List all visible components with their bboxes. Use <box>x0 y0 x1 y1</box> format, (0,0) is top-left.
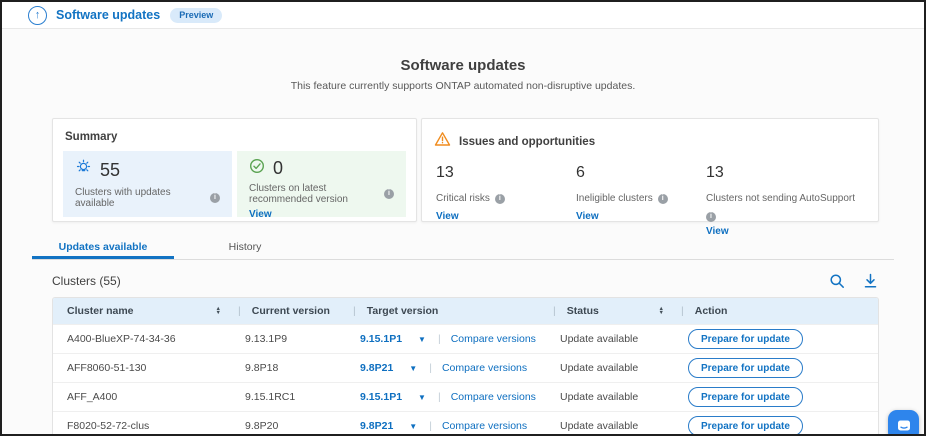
cluster-name: AFF_A400 <box>53 391 231 403</box>
critical-risks-count: 13 <box>436 164 576 182</box>
column-cluster-name: Cluster name ▲▼ <box>53 298 231 324</box>
target-version-cell: 9.15.1P1▼ | Compare versions <box>346 333 546 345</box>
ineligible-clusters-count: 6 <box>576 164 706 182</box>
issues-title: Issues and opportunities <box>459 136 595 148</box>
view-latest-version-link[interactable]: View <box>249 209 272 220</box>
target-version-cell: 9.8P21▼ | Compare versions <box>346 362 546 374</box>
view-ineligible-clusters-link[interactable]: View <box>576 211 599 222</box>
current-version: 9.8P18 <box>231 362 346 374</box>
clusters-count-title: Clusters (55) <box>52 274 121 288</box>
sort-icon[interactable]: ▲▼ <box>659 307 664 316</box>
chevron-down-icon: ▼ <box>418 335 426 344</box>
warning-icon <box>434 131 451 152</box>
updates-available-label: Clusters with updates available <box>75 187 205 209</box>
chevron-down-icon: ▼ <box>409 422 417 431</box>
bulb-icon <box>75 159 92 181</box>
target-version-dropdown[interactable]: 9.8P21▼ <box>360 420 417 432</box>
no-autosupport-label: Clusters not sending AutoSupport <box>706 192 855 207</box>
clusters-toolbar: Clusters (55) <box>52 273 878 289</box>
info-icon[interactable]: i <box>658 194 668 204</box>
view-no-autosupport-link[interactable]: View <box>706 226 729 237</box>
latest-version-tile: 0 Clusters on latest recommended version… <box>237 151 406 217</box>
current-version: 9.8P20 <box>231 420 346 432</box>
latest-version-count: 0 <box>273 158 283 179</box>
software-updates-page: ↑ Software updates Preview Software upda… <box>0 0 926 436</box>
status-text: Update available <box>546 362 674 374</box>
prepare-for-update-button[interactable]: Prepare for update <box>688 416 803 436</box>
table-row: AFF_A400 9.15.1RC1 9.15.1P1▼ | Compare v… <box>53 382 878 411</box>
target-version-cell: 9.8P21▼ | Compare versions <box>346 420 546 432</box>
info-icon[interactable]: i <box>706 212 716 222</box>
chevron-down-icon: ▼ <box>418 393 426 402</box>
download-icon[interactable] <box>863 273 878 289</box>
issues-card: Issues and opportunities 13 Critical ris… <box>421 118 879 222</box>
table-row: A400-BlueXP-74-34-36 9.13.1P9 9.15.1P1▼ … <box>53 324 878 353</box>
search-icon[interactable] <box>829 273 845 289</box>
chevron-down-icon: ▼ <box>409 364 417 373</box>
current-version: 9.13.1P9 <box>231 333 346 345</box>
no-autosupport-stat: 13 Clusters not sending AutoSupport i Vi… <box>706 164 866 237</box>
topbar-title: Software updates <box>56 8 160 22</box>
column-status: | Status ▲▼ <box>546 298 674 324</box>
current-version: 9.15.1RC1 <box>231 391 346 403</box>
tab-history[interactable]: History <box>174 236 316 259</box>
status-text: Update available <box>546 420 674 432</box>
info-icon[interactable]: i <box>495 194 505 204</box>
column-target-version: | Target version <box>346 298 546 324</box>
compare-versions-link[interactable]: Compare versions <box>451 391 536 403</box>
info-icon[interactable]: i <box>384 189 394 199</box>
no-autosupport-count: 13 <box>706 164 866 182</box>
compare-versions-link[interactable]: Compare versions <box>442 420 527 432</box>
software-update-icon: ↑ <box>28 6 47 25</box>
top-bar: ↑ Software updates Preview <box>2 2 924 29</box>
view-critical-risks-link[interactable]: View <box>436 211 459 222</box>
table-header-row: Cluster name ▲▼ | Current version | Targ… <box>53 298 878 324</box>
info-icon[interactable]: i <box>210 193 220 203</box>
target-version-dropdown[interactable]: 9.15.1P1▼ <box>360 391 426 403</box>
preview-badge: Preview <box>170 8 222 23</box>
column-action: | Action <box>674 298 878 324</box>
clusters-table: Cluster name ▲▼ | Current version | Targ… <box>52 297 879 436</box>
chat-bubble-icon <box>896 418 912 434</box>
target-version-dropdown[interactable]: 9.8P21▼ <box>360 362 417 374</box>
page-subtitle: This feature currently supports ONTAP au… <box>2 80 924 92</box>
tab-updates-available[interactable]: Updates available <box>32 236 174 259</box>
prepare-for-update-button[interactable]: Prepare for update <box>688 387 803 407</box>
ineligible-clusters-label: Ineligible clusters <box>576 192 653 207</box>
cluster-name: F8020-52-72-clus <box>53 420 231 432</box>
table-row: AFF8060-51-130 9.8P18 9.8P21▼ | Compare … <box>53 353 878 382</box>
compare-versions-link[interactable]: Compare versions <box>451 333 536 345</box>
check-circle-icon <box>249 158 265 179</box>
prepare-for-update-button[interactable]: Prepare for update <box>688 358 803 378</box>
cluster-name: AFF8060-51-130 <box>53 362 231 374</box>
cards-row: Summary <box>52 118 879 222</box>
chat-widget-button[interactable] <box>888 410 919 436</box>
table-row: F8020-52-72-clus 9.8P20 9.8P21▼ | Compar… <box>53 411 878 436</box>
target-version-cell: 9.15.1P1▼ | Compare versions <box>346 391 546 403</box>
page-title: Software updates <box>2 57 924 74</box>
updates-available-tile: 55 Clusters with updates available i <box>63 151 232 217</box>
critical-risks-label: Critical risks <box>436 192 490 207</box>
status-text: Update available <box>546 391 674 403</box>
summary-card: Summary <box>52 118 417 222</box>
ineligible-clusters-stat: 6 Ineligible clusters i View <box>576 164 706 237</box>
sort-icon[interactable]: ▲▼ <box>216 307 221 316</box>
status-text: Update available <box>546 333 674 345</box>
column-current-version: | Current version <box>231 298 346 324</box>
updates-available-count: 55 <box>100 160 120 181</box>
critical-risks-stat: 13 Critical risks i View <box>436 164 576 237</box>
target-version-dropdown[interactable]: 9.15.1P1▼ <box>360 333 426 345</box>
compare-versions-link[interactable]: Compare versions <box>442 362 527 374</box>
cluster-name: A400-BlueXP-74-34-36 <box>53 333 231 345</box>
page-heading: Software updates This feature currently … <box>2 57 924 92</box>
prepare-for-update-button[interactable]: Prepare for update <box>688 329 803 349</box>
latest-version-label: Clusters on latest recommended version <box>249 183 379 205</box>
summary-title: Summary <box>65 131 406 143</box>
tab-bar: Updates available History <box>32 236 894 260</box>
